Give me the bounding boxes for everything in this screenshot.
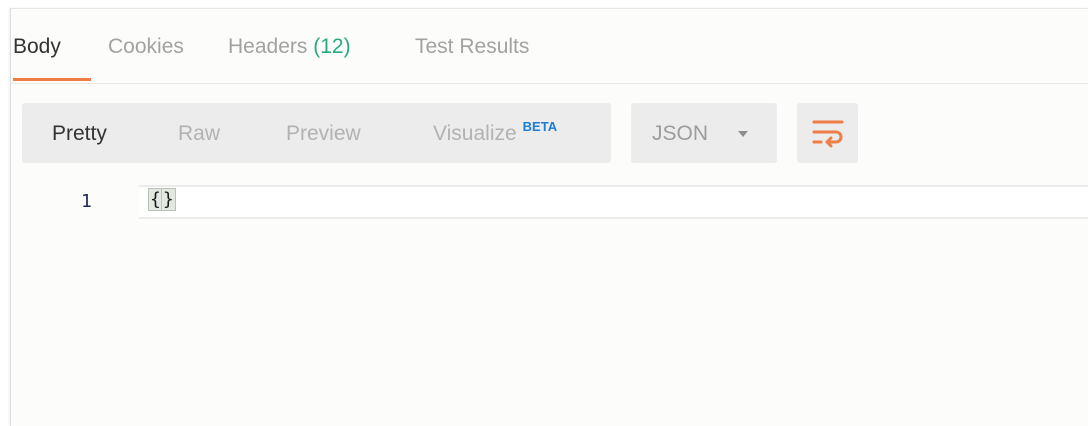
word-wrap-icon [812,120,844,148]
headers-count-badge: (12) [313,35,351,58]
mode-visualize-label: Visualize [433,122,517,145]
beta-badge: BETA [522,119,558,134]
tab-test-results[interactable]: Test Results [415,35,529,59]
tab-cookies[interactable]: Cookies [108,35,184,59]
mode-raw[interactable]: Raw [178,122,220,146]
caret-down-icon [738,131,748,137]
code-line: {} [148,188,176,211]
response-body-editor[interactable]: 1 {} [11,185,1088,219]
matched-brace-open: { [148,188,163,211]
wrap-line-button[interactable] [797,103,858,163]
tab-body[interactable]: Body [13,35,61,59]
mode-pretty[interactable]: Pretty [52,122,107,146]
response-tabs: Body Cookies Headers (12) Test Results [11,9,1088,84]
mode-visualize[interactable]: Visualize BETA [433,119,558,146]
active-line-highlight [139,185,1088,219]
tab-headers-label: Headers [228,35,308,58]
format-dropdown[interactable]: JSON [631,103,777,163]
format-selected-value: JSON [652,122,709,145]
tab-headers[interactable]: Headers (12) [228,35,351,59]
mode-preview[interactable]: Preview [286,122,361,146]
view-mode-group: Pretty Raw Preview Visualize BETA [22,103,611,163]
line-number: 1 [81,191,92,212]
response-panel: Body Cookies Headers (12) Test Results P… [10,8,1088,426]
matched-brace-close: } [160,188,176,211]
active-tab-indicator [13,78,91,81]
